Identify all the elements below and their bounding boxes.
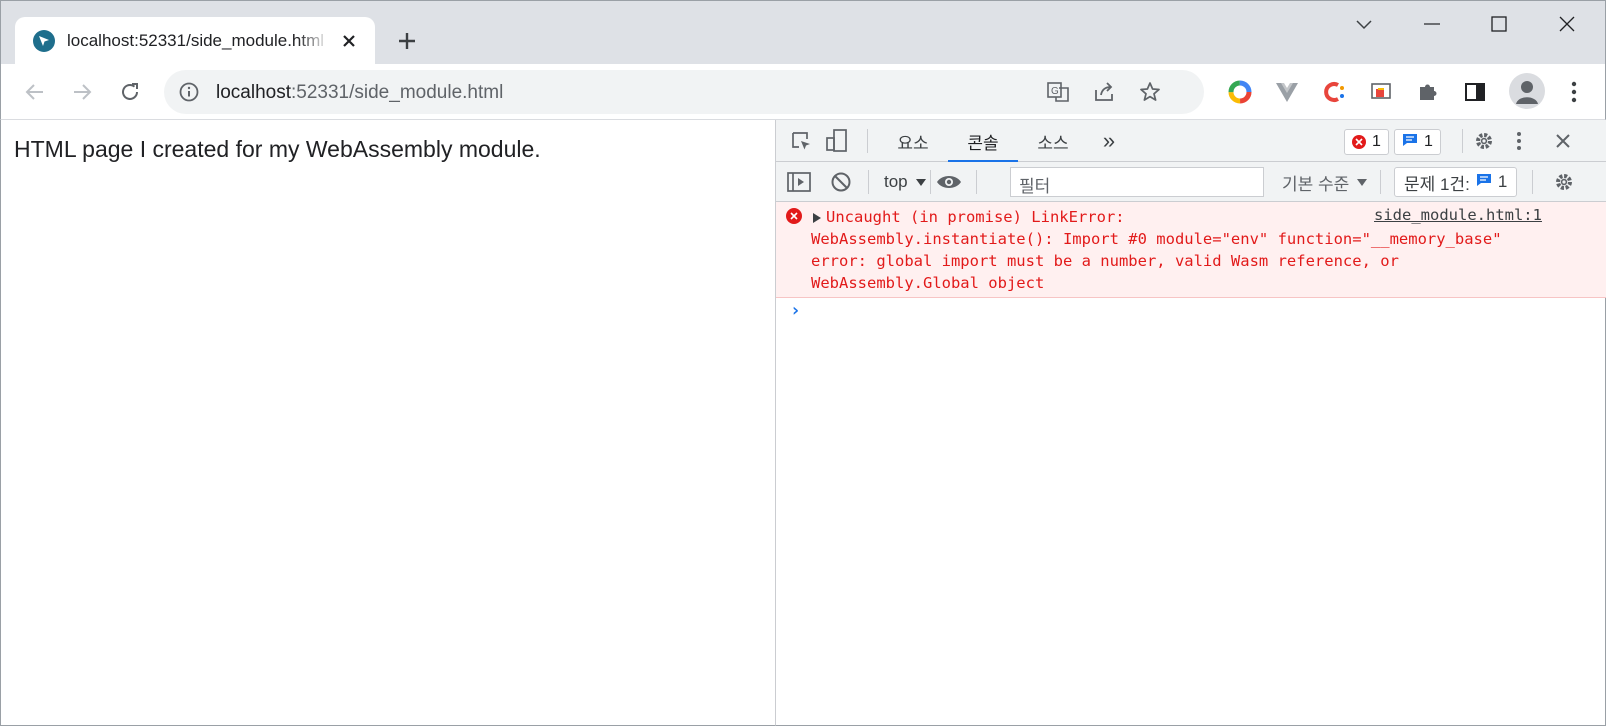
tab-sources[interactable]: 소스 — [1018, 120, 1088, 162]
chevron-down-icon[interactable] — [1336, 7, 1392, 41]
toolbar-divider — [867, 129, 868, 153]
context-label: top — [884, 172, 908, 191]
url-host: localhost — [216, 82, 291, 103]
translate-icon[interactable]: G — [1044, 78, 1072, 106]
dropdown-arrow-icon — [915, 178, 926, 186]
devtools-panel: 요소 콘솔 소스 » 1 1 top 필터 기본 수준 문제 1건: 1 Unc… — [775, 120, 1606, 726]
expand-triangle-icon[interactable] — [813, 213, 821, 223]
message-icon — [1476, 172, 1492, 192]
avatar-icon[interactable] — [1509, 73, 1545, 109]
message-count: 1 — [1424, 133, 1433, 150]
context-selector[interactable]: top — [884, 170, 926, 194]
address-bar[interactable]: localhost:52331/side_module.html G — [164, 70, 1204, 114]
window-close-icon[interactable] — [1539, 7, 1595, 41]
puzzle-icon[interactable] — [1410, 74, 1446, 110]
toolbar-divider — [1380, 170, 1381, 194]
tab-elements[interactable]: 요소 — [878, 120, 948, 162]
tab-strip: localhost:52331/side_module.html — [0, 0, 1606, 65]
issues-count: 1 — [1497, 172, 1508, 191]
toolbar-divider — [1462, 129, 1463, 153]
sidebar-toggle-icon[interactable] — [786, 170, 812, 194]
maximize-icon[interactable] — [1471, 7, 1527, 41]
issues-label: 문제 1건: — [1404, 174, 1470, 194]
share-icon[interactable] — [1090, 78, 1118, 106]
color-wheel-icon[interactable] — [1222, 74, 1258, 110]
console-toolbar: top 필터 기본 수준 문제 1건: 1 — [776, 162, 1606, 202]
svg-text:G: G — [1051, 86, 1059, 97]
eye-icon[interactable] — [934, 170, 964, 194]
tab-favicon-icon — [33, 30, 55, 52]
c-extension-icon[interactable] — [1316, 74, 1352, 110]
more-tabs-button[interactable]: » — [1092, 120, 1126, 162]
issues-button[interactable]: 문제 1건: 1 — [1394, 167, 1518, 197]
dropdown-arrow-icon — [1357, 179, 1368, 186]
log-levels-label: 기본 수준 — [1282, 175, 1350, 194]
message-icon — [1402, 133, 1418, 152]
page-text: HTML page I created for my WebAssembly m… — [14, 136, 541, 162]
star-icon[interactable] — [1136, 78, 1164, 106]
page-viewport: HTML page I created for my WebAssembly m… — [0, 120, 775, 726]
cast-icon[interactable] — [1363, 74, 1399, 110]
inspect-icon[interactable] — [788, 129, 814, 153]
toolbar-divider — [1532, 170, 1533, 194]
message-count-badge[interactable]: 1 — [1394, 129, 1441, 155]
error-line-1: Uncaught (in promise) LinkError: — [826, 208, 1125, 226]
error-line-4: WebAssembly.Global object — [811, 274, 1045, 292]
device-toolbar-icon[interactable] — [824, 128, 850, 154]
toolbar-divider — [868, 170, 869, 194]
error-icon — [786, 208, 802, 224]
settings-gear-icon[interactable] — [1470, 128, 1498, 154]
console-error-message[interactable]: Uncaught (in promise) LinkError: side_mo… — [776, 202, 1606, 298]
devtools-close-icon[interactable] — [1550, 129, 1576, 153]
console-filter-input[interactable]: 필터 — [1010, 167, 1264, 197]
error-count: 1 — [1372, 133, 1381, 150]
vue-icon[interactable] — [1269, 74, 1305, 110]
error-icon — [1352, 135, 1366, 149]
clear-console-icon[interactable] — [828, 170, 854, 194]
console-settings-gear-icon[interactable] — [1550, 170, 1578, 194]
error-line-2: WebAssembly.instantiate(): Import #0 mod… — [811, 230, 1502, 248]
devtools-menu-icon[interactable] — [1510, 128, 1528, 154]
error-line-3: error: global import must be a number, v… — [811, 252, 1399, 270]
toolbar-divider — [976, 170, 977, 194]
tab-console[interactable]: 콘솔 — [948, 120, 1018, 163]
devtools-tabbar: 요소 콘솔 소스 » 1 1 — [776, 120, 1606, 163]
side-panel-icon[interactable] — [1457, 74, 1493, 110]
back-icon[interactable] — [17, 74, 53, 110]
site-info-icon[interactable] — [178, 81, 200, 103]
toolbar-divider — [930, 170, 931, 194]
browser-tab[interactable]: localhost:52331/side_module.html — [15, 17, 375, 65]
kebab-menu-icon[interactable] — [1556, 74, 1592, 110]
error-source-link[interactable]: side_module.html:1 — [1374, 206, 1542, 224]
reload-icon[interactable] — [112, 74, 148, 110]
close-icon[interactable] — [337, 29, 361, 53]
minimize-icon[interactable] — [1404, 7, 1460, 41]
log-levels-dropdown[interactable]: 기본 수준 — [1282, 170, 1368, 195]
forward-icon[interactable] — [64, 74, 100, 110]
error-count-badge[interactable]: 1 — [1344, 129, 1389, 155]
browser-toolbar: localhost:52331/side_module.html G — [0, 64, 1606, 120]
tab-title: localhost:52331/side_module.html — [67, 31, 325, 50]
url-path: :52331/side_module.html — [291, 82, 504, 103]
url-text[interactable]: localhost:52331/side_module.html — [216, 82, 503, 104]
new-tab-button[interactable] — [391, 25, 423, 57]
console-prompt[interactable]: › — [790, 300, 801, 321]
